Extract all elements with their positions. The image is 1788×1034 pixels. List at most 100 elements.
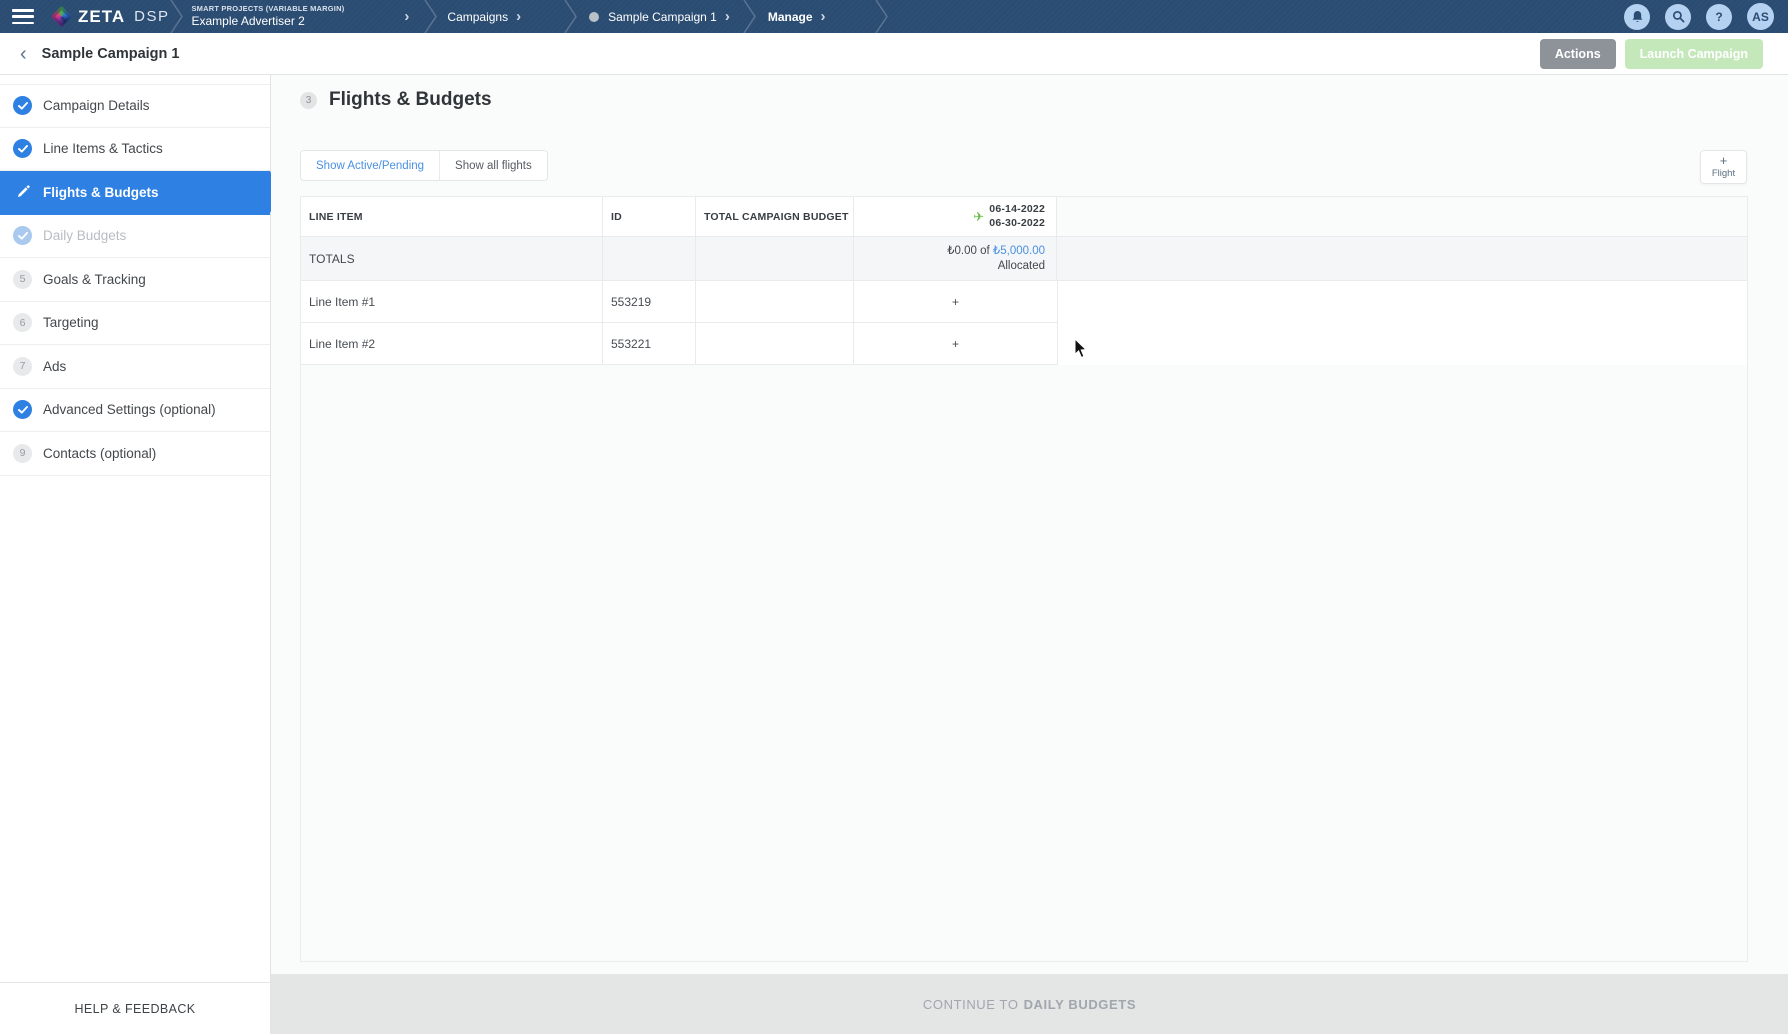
- flights-budgets-table: LINE ITEM ID TOTAL CAMPAIGN BUDGET ✈ 06-…: [300, 196, 1748, 962]
- breadcrumb-separator: [564, 0, 578, 33]
- flight-end-date: 06-30-2022: [989, 216, 1045, 229]
- sidebar-item-label: Goals & Tracking: [43, 271, 146, 287]
- campaigns-label: Campaigns: [447, 9, 509, 24]
- continue-button[interactable]: CONTINUE TO DAILY BUDGETS: [271, 974, 1788, 1034]
- pencil-icon: [13, 183, 32, 202]
- chevron-right-icon: ›: [820, 8, 826, 25]
- sidebar-item-flights-budgets[interactable]: Flights & Budgets: [0, 171, 280, 215]
- table-row: Line Item #1 553219 +: [301, 281, 1747, 323]
- logo-suffix-text: DSP: [134, 8, 170, 25]
- breadcrumb-campaign[interactable]: Sample Campaign 1 ›: [589, 9, 730, 24]
- sidebar-item-label: Ads: [43, 358, 67, 374]
- user-avatar[interactable]: AS: [1747, 3, 1774, 30]
- column-header-id: ID: [603, 197, 696, 236]
- step-number-badge: 3: [300, 91, 317, 109]
- search-icon[interactable]: [1665, 3, 1691, 30]
- check-circle-icon: [13, 139, 32, 159]
- allocated-spent: ₺0.00 of: [947, 244, 990, 257]
- breadcrumb-separator: [424, 0, 438, 33]
- check-circle-icon: [13, 400, 32, 420]
- campaign-title: Sample Campaign 1: [41, 45, 180, 62]
- chevron-right-icon: ›: [516, 8, 522, 25]
- totals-budget-cell: [696, 237, 854, 280]
- check-circle-icon: [13, 226, 32, 246]
- show-all-flights-button[interactable]: Show all flights: [439, 151, 547, 180]
- column-header-budget: TOTAL CAMPAIGN BUDGET: [696, 197, 854, 236]
- column-header-line-item: LINE ITEM: [301, 197, 603, 236]
- step-number-badge: 6: [13, 313, 32, 333]
- line-item-id: 553221: [603, 323, 696, 364]
- table-row: Line Item #2 553221 +: [301, 323, 1747, 365]
- step-number-badge: 5: [13, 269, 32, 289]
- totals-label: TOTALS: [301, 237, 603, 280]
- campaign-header: ‹ Sample Campaign 1 Actions Launch Campa…: [0, 33, 1788, 75]
- zeta-dsp-logo[interactable]: ZETA DSP: [50, 5, 170, 28]
- app-window: ZETA DSP SMART PROJECTS (VARIABLE MARGIN…: [0, 0, 1788, 1034]
- sidebar-item-label: Daily Budgets: [43, 228, 127, 244]
- help-icon[interactable]: ?: [1706, 3, 1732, 30]
- continue-prefix: CONTINUE TO: [922, 996, 1019, 1012]
- sidebar-item-ads[interactable]: 7 Ads: [0, 345, 270, 389]
- main-content: 3 Flights & Budgets Show Active/Pending …: [271, 75, 1788, 1034]
- launch-campaign-button[interactable]: Launch Campaign: [1624, 38, 1763, 69]
- sidebar-item-label: Contacts (optional): [43, 445, 157, 461]
- line-item-name: Line Item #2: [301, 323, 603, 364]
- actions-button[interactable]: Actions: [1539, 38, 1616, 69]
- show-active-pending-button[interactable]: Show Active/Pending: [301, 151, 440, 180]
- add-flight-plus-button[interactable]: +: [854, 323, 1057, 364]
- add-flight-label: Flight: [1711, 168, 1736, 179]
- sidebar-item-targeting[interactable]: 6 Targeting: [0, 301, 270, 345]
- line-item-budget-cell: [696, 281, 854, 322]
- add-flight-plus-button[interactable]: +: [854, 281, 1057, 322]
- sidebar-item-contacts[interactable]: 9 Contacts (optional): [0, 432, 270, 476]
- breadcrumb-advertiser[interactable]: SMART PROJECTS (VARIABLE MARGIN) Example…: [191, 4, 409, 28]
- line-item-name: Line Item #1: [301, 281, 603, 322]
- flight-filter-toggle: Show Active/Pending Show all flights: [300, 150, 548, 181]
- airplane-icon: ✈: [973, 209, 985, 224]
- breadcrumb-separator: [874, 0, 888, 33]
- sidebar-item-campaign-details[interactable]: Campaign Details: [0, 84, 270, 128]
- totals-allocated-cell: ₺0.00 of ₺5,000.00 Allocated: [854, 237, 1057, 280]
- sidebar-item-label: Line Items & Tactics: [43, 141, 163, 157]
- top-navigation-bar: ZETA DSP SMART PROJECTS (VARIABLE MARGIN…: [0, 0, 1788, 33]
- total-budget-link[interactable]: ₺5,000.00: [993, 245, 1045, 257]
- sidebar-item-daily-budgets[interactable]: Daily Budgets: [0, 214, 270, 258]
- continue-target: DAILY BUDGETS: [1023, 996, 1137, 1012]
- advertiser-project-label: SMART PROJECTS (VARIABLE MARGIN): [191, 4, 345, 14]
- breadcrumb-manage[interactable]: Manage ›: [768, 9, 826, 24]
- manage-label: Manage: [767, 9, 813, 24]
- chevron-right-icon: ›: [404, 8, 410, 25]
- breadcrumb-campaigns[interactable]: Campaigns ›: [447, 9, 521, 24]
- page-title: Flights & Budgets: [329, 89, 492, 110]
- table-header-row: LINE ITEM ID TOTAL CAMPAIGN BUDGET ✈ 06-…: [301, 197, 1747, 237]
- back-chevron-icon[interactable]: ‹: [16, 44, 31, 64]
- flight-start-date: 06-14-2022: [989, 203, 1045, 216]
- sidebar-item-label: Targeting: [43, 315, 99, 331]
- totals-row: TOTALS ₺0.00 of ₺5,000.00 Allocated: [301, 237, 1747, 281]
- allocated-suffix: Allocated: [997, 259, 1045, 272]
- zeta-diamond-icon: [50, 5, 73, 28]
- check-circle-icon: [13, 96, 32, 116]
- campaign-name-label: Sample Campaign 1: [608, 9, 717, 24]
- breadcrumb-separator: [743, 0, 756, 33]
- sidebar-item-label: Campaign Details: [43, 98, 150, 114]
- step-number-badge: 9: [13, 443, 32, 463]
- sidebar-item-line-items-tactics[interactable]: Line Items & Tactics: [0, 127, 270, 171]
- campaign-steps-sidebar: Campaign Details Line Items & Tactics Fl…: [0, 75, 280, 1034]
- step-number-badge: 7: [13, 356, 32, 376]
- logo-brand-text: ZETA: [78, 6, 126, 26]
- totals-id-cell: [603, 237, 696, 280]
- help-feedback-button[interactable]: HELP & FEEDBACK: [0, 982, 270, 1034]
- campaign-status-dot: [589, 11, 600, 22]
- plus-icon: +: [1719, 153, 1728, 168]
- add-flight-button[interactable]: + Flight: [1700, 150, 1747, 184]
- line-item-budget-cell: [696, 323, 854, 364]
- sidebar-item-goals-tracking[interactable]: 5 Goals & Tracking: [0, 258, 270, 302]
- chevron-right-icon: ›: [724, 8, 730, 25]
- sidebar-item-advanced-settings[interactable]: Advanced Settings (optional): [0, 388, 270, 432]
- advertiser-name: Example Advertiser 2: [191, 13, 305, 28]
- notifications-bell-icon[interactable]: [1624, 3, 1650, 30]
- hamburger-menu-icon[interactable]: [12, 9, 34, 24]
- sidebar-item-label: Flights & Budgets: [43, 184, 159, 200]
- line-item-id: 553219: [603, 281, 696, 322]
